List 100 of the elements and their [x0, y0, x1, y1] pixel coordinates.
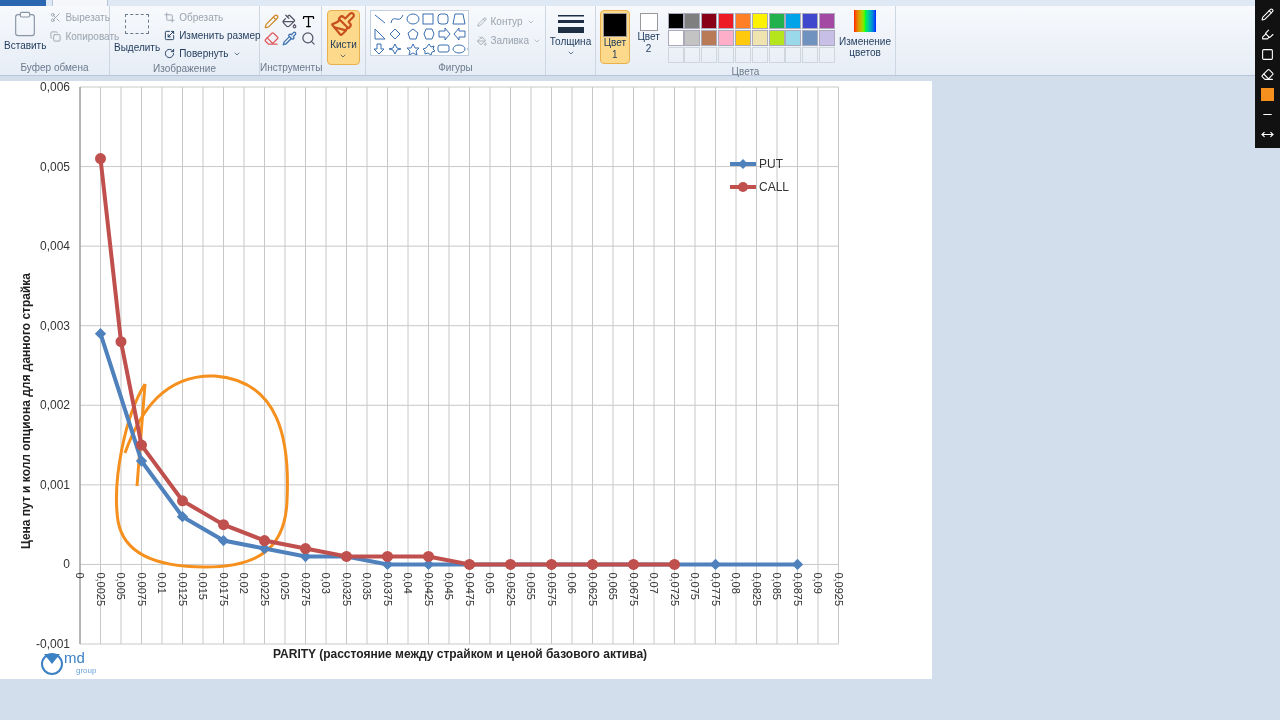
x-tick-label: 0,065	[607, 572, 619, 600]
logo-drawing	[41, 653, 63, 675]
palette-swatch[interactable]	[751, 30, 768, 46]
point	[176, 511, 189, 523]
group-label: Инструменты	[260, 61, 321, 75]
group-label: Изображение	[152, 62, 217, 76]
rotate-button[interactable]: Повернуть	[164, 46, 261, 61]
x-tick-label: 0,0175	[217, 572, 230, 607]
legend-marker	[730, 159, 756, 169]
logo-subtext: group	[76, 666, 97, 675]
empty-swatch[interactable]	[768, 47, 785, 63]
legend-marker	[730, 182, 756, 192]
x-tick-label: 0,08	[730, 572, 742, 594]
empty-swatch[interactable]	[701, 47, 718, 63]
empty-swatch[interactable]	[718, 47, 735, 63]
fill-icon[interactable]	[282, 14, 298, 29]
x-tick-label: 0,0325	[340, 572, 353, 607]
size-button[interactable]: Толщина	[549, 14, 592, 57]
crop-icon	[164, 12, 176, 23]
color-picker-icon[interactable]	[282, 31, 298, 46]
palette-swatch[interactable]	[734, 30, 751, 46]
marker-icon[interactable]	[1261, 27, 1274, 41]
resize-button[interactable]: Изменить размер	[164, 28, 261, 43]
x-tick-label: 0,0425	[422, 572, 435, 607]
x-tick-label: 0,0275	[299, 572, 312, 607]
y-tick-label: 0	[63, 557, 70, 572]
point	[300, 543, 311, 555]
x-tick-label: 0,06	[566, 572, 578, 594]
empty-swatch[interactable]	[802, 47, 819, 63]
palette-swatch[interactable]	[768, 13, 785, 29]
color-button[interactable]: Цвет 2	[633, 10, 664, 64]
y-tick-label: 0,005	[39, 159, 70, 174]
palette-swatch[interactable]	[667, 30, 684, 46]
palette-swatch[interactable]	[684, 30, 701, 46]
x-tick-label: 0,0625	[586, 572, 599, 607]
x-tick-label: 0,075	[689, 572, 701, 600]
palette-swatch[interactable]	[819, 30, 836, 46]
x-tick-label: 0,005	[115, 572, 127, 600]
caret-icon	[339, 52, 348, 60]
x-tick-label: 0,0375	[381, 572, 394, 607]
palette-swatch[interactable]	[785, 13, 802, 29]
x-tick-label: 0,04	[402, 572, 414, 594]
palette-swatch[interactable]	[734, 13, 751, 29]
logo-text: md	[64, 649, 85, 666]
copy-icon	[50, 31, 62, 42]
select-icon	[125, 14, 150, 34]
palette-swatch[interactable]	[667, 13, 684, 29]
empty-swatch[interactable]	[734, 47, 751, 63]
palette-swatch[interactable]	[718, 13, 735, 29]
bucket-icon	[476, 35, 487, 46]
point	[136, 439, 147, 451]
x-tick-label: 0,05	[484, 572, 496, 594]
palette-swatch[interactable]	[819, 13, 836, 29]
y-tick-label: -0,001	[35, 637, 70, 651]
drawing-canvas[interactable]	[0, 81, 932, 679]
x-tick-label: 0,0525	[504, 572, 517, 607]
x-tick-label: 0,085	[771, 572, 783, 600]
rectangle-icon[interactable]	[1261, 47, 1274, 61]
palette-swatch[interactable]	[802, 30, 819, 46]
pen-color-icon[interactable]	[1261, 87, 1274, 101]
x-tick-label: 0,02	[238, 572, 250, 594]
shapes-gallery-drawing[interactable]	[370, 10, 469, 56]
rotate-icon	[164, 48, 176, 59]
empty-swatch[interactable]	[684, 47, 701, 63]
palette-swatch[interactable]	[768, 30, 785, 46]
palette-swatch[interactable]	[718, 30, 735, 46]
edit-colors-button[interactable]: Изменение цветов	[839, 10, 891, 64]
empty-swatch[interactable]	[785, 47, 802, 63]
y-tick-label: 0,001	[39, 477, 70, 492]
y-tick-label: 0,004	[39, 239, 70, 254]
palette-swatch[interactable]	[785, 30, 802, 46]
point	[177, 495, 188, 507]
x-tick-label: 0,045	[443, 572, 455, 600]
group-label: Цвета	[730, 65, 761, 79]
x-tick-label: 0,09	[812, 572, 824, 594]
palette-swatch[interactable]	[701, 30, 718, 46]
color-button[interactable]: Цвет 1	[600, 10, 630, 64]
x-tick-label: 0,025	[279, 572, 291, 600]
point	[94, 328, 107, 340]
brushes-button[interactable]: Кисти	[327, 10, 360, 65]
empty-swatch[interactable]	[751, 47, 768, 63]
color-spectrum-icon	[854, 10, 876, 32]
palette-swatch[interactable]	[751, 13, 768, 29]
text-icon[interactable]	[300, 14, 316, 29]
group-label: Фигуры	[437, 61, 474, 75]
palette-swatch[interactable]	[701, 13, 718, 29]
empty-swatch[interactable]	[819, 47, 836, 63]
paste-button[interactable]: Вставить	[4, 10, 47, 60]
point	[217, 534, 230, 547]
x-tick-label: 0,015	[197, 572, 209, 600]
palette-swatch[interactable]	[684, 13, 701, 29]
x-axis-title: PARITY (расстояние между страйком и ценой базового актива)	[272, 647, 648, 661]
x-tick-label: 0,055	[525, 572, 537, 600]
x-tick-label: 0,0925	[832, 572, 845, 607]
palette-swatch[interactable]	[802, 13, 819, 29]
magnifier-icon[interactable]	[300, 31, 316, 46]
x-tick-label: 0,01	[156, 572, 168, 594]
line-thickness-icon	[557, 14, 584, 34]
color-swatch-icon	[602, 13, 627, 37]
empty-swatch[interactable]	[667, 47, 684, 63]
